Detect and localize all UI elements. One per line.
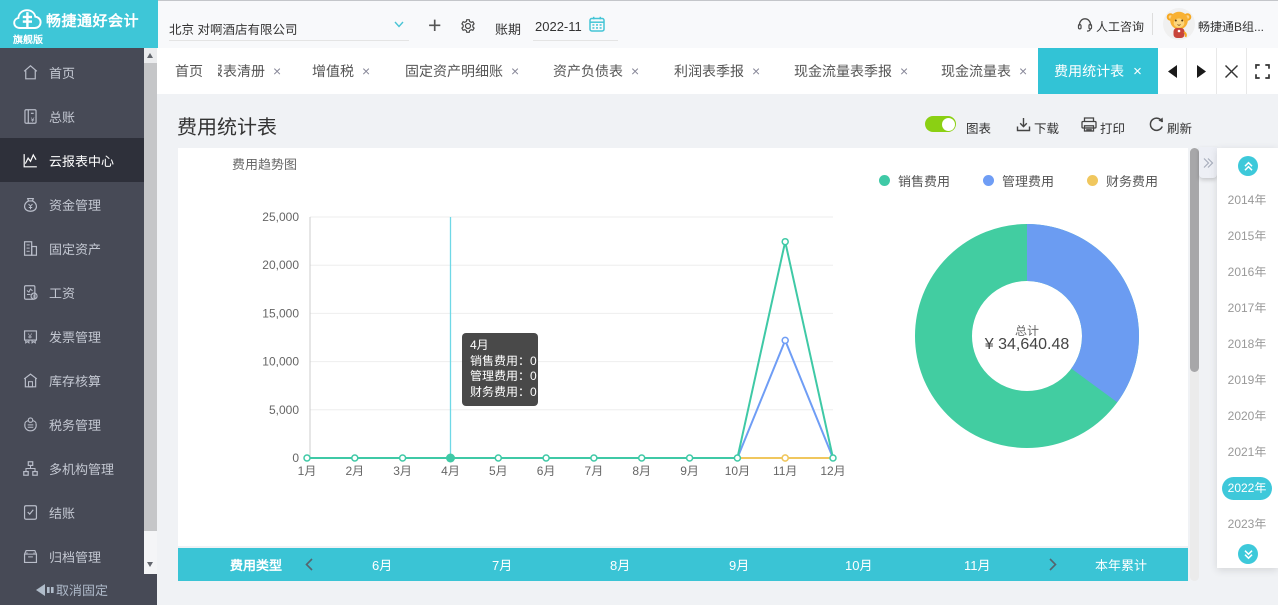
svg-text:15,000: 15,000 bbox=[262, 306, 299, 320]
svg-text:¥: ¥ bbox=[28, 331, 33, 340]
svg-text:20,000: 20,000 bbox=[262, 258, 299, 272]
svg-text:10月: 10月 bbox=[725, 464, 750, 478]
svg-text:9月: 9月 bbox=[680, 464, 699, 478]
svg-text:25,000: 25,000 bbox=[262, 210, 299, 224]
svg-text:7月: 7月 bbox=[585, 464, 604, 478]
svg-text:11月: 11月 bbox=[773, 464, 797, 478]
svg-text:3月: 3月 bbox=[393, 464, 412, 478]
svg-text:¥: ¥ bbox=[33, 294, 36, 300]
svg-text:1月: 1月 bbox=[298, 464, 317, 478]
svg-text:¥: ¥ bbox=[31, 117, 35, 124]
svg-text:5月: 5月 bbox=[489, 464, 508, 478]
svg-text:0: 0 bbox=[292, 451, 299, 465]
svg-text:10,000: 10,000 bbox=[262, 355, 299, 369]
svg-text:4月: 4月 bbox=[441, 464, 460, 478]
svg-text:8月: 8月 bbox=[632, 464, 651, 478]
svg-text:6月: 6月 bbox=[537, 464, 556, 478]
svg-text:2月: 2月 bbox=[345, 464, 364, 478]
svg-text:5,000: 5,000 bbox=[269, 403, 299, 417]
svg-text:12月: 12月 bbox=[820, 464, 845, 478]
